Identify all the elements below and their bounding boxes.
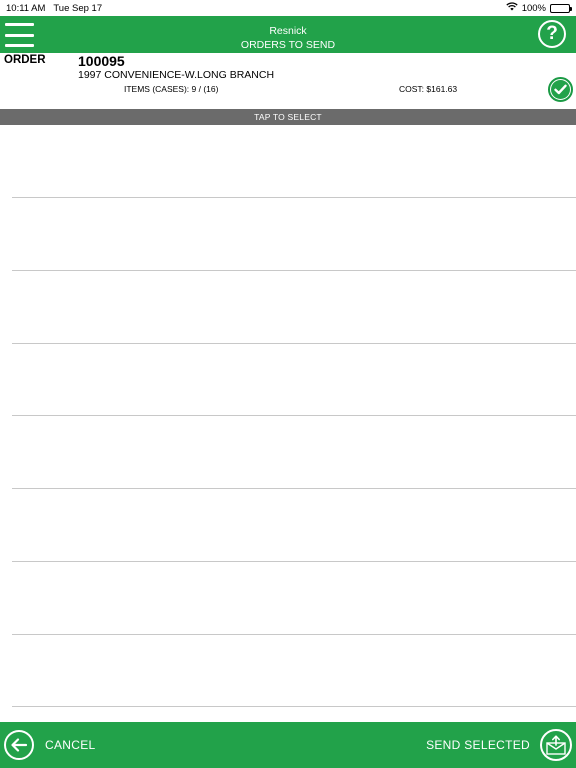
order-list bbox=[0, 125, 576, 722]
list-item[interactable] bbox=[0, 125, 576, 198]
list-item[interactable] bbox=[0, 343, 576, 416]
order-label: ORDER bbox=[4, 54, 46, 66]
cancel-label: CANCEL bbox=[45, 738, 96, 752]
order-number: 100095 bbox=[78, 53, 125, 69]
battery-icon bbox=[550, 3, 572, 13]
checkmark-icon[interactable] bbox=[548, 77, 573, 102]
customer-name: 1997 CONVENIENCE-W.LONG BRANCH bbox=[78, 69, 275, 81]
status-bar: 10:11 AM Tue Sep 17 100% bbox=[0, 0, 576, 16]
send-selected-button[interactable]: SEND SELECTED bbox=[426, 728, 572, 762]
page-title: ORDERS TO SEND bbox=[240, 39, 336, 51]
items-count: ITEMS (CASES): 9 / (16) bbox=[124, 84, 219, 94]
app-header: Resnick ORDERS TO SEND ? bbox=[0, 16, 576, 53]
list-item[interactable] bbox=[0, 489, 576, 562]
list-item[interactable] bbox=[0, 562, 576, 635]
list-item[interactable] bbox=[0, 634, 576, 707]
cancel-button[interactable]: CANCEL bbox=[4, 729, 95, 761]
status-right: 100% bbox=[506, 2, 572, 14]
status-date: Tue Sep 17 bbox=[53, 3, 103, 14]
tap-to-select-bar[interactable]: TAP TO SELECT bbox=[0, 109, 576, 125]
battery-percent: 100% bbox=[521, 2, 546, 14]
back-arrow-icon bbox=[4, 730, 34, 760]
send-selected-label: SEND SELECTED bbox=[426, 738, 530, 752]
wifi-icon bbox=[506, 2, 518, 14]
order-summary[interactable]: ORDER 100095 1997 CONVENIENCE-W.LONG BRA… bbox=[0, 53, 576, 109]
status-time-date: 10:11 AM Tue Sep 17 bbox=[6, 3, 102, 14]
status-time: 10:11 AM bbox=[6, 3, 46, 14]
header-titles: Resnick ORDERS TO SEND bbox=[0, 24, 576, 52]
list-item[interactable] bbox=[0, 198, 576, 271]
footer-bar: CANCEL SEND SELECTED bbox=[0, 722, 576, 768]
list-item[interactable] bbox=[0, 416, 576, 489]
help-icon[interactable]: ? bbox=[538, 20, 566, 48]
company-name: Resnick bbox=[269, 25, 307, 37]
envelope-send-icon bbox=[540, 729, 572, 761]
list-item[interactable] bbox=[0, 271, 576, 344]
order-cost: COST: $161.63 bbox=[399, 84, 458, 94]
row-divider bbox=[12, 706, 576, 707]
